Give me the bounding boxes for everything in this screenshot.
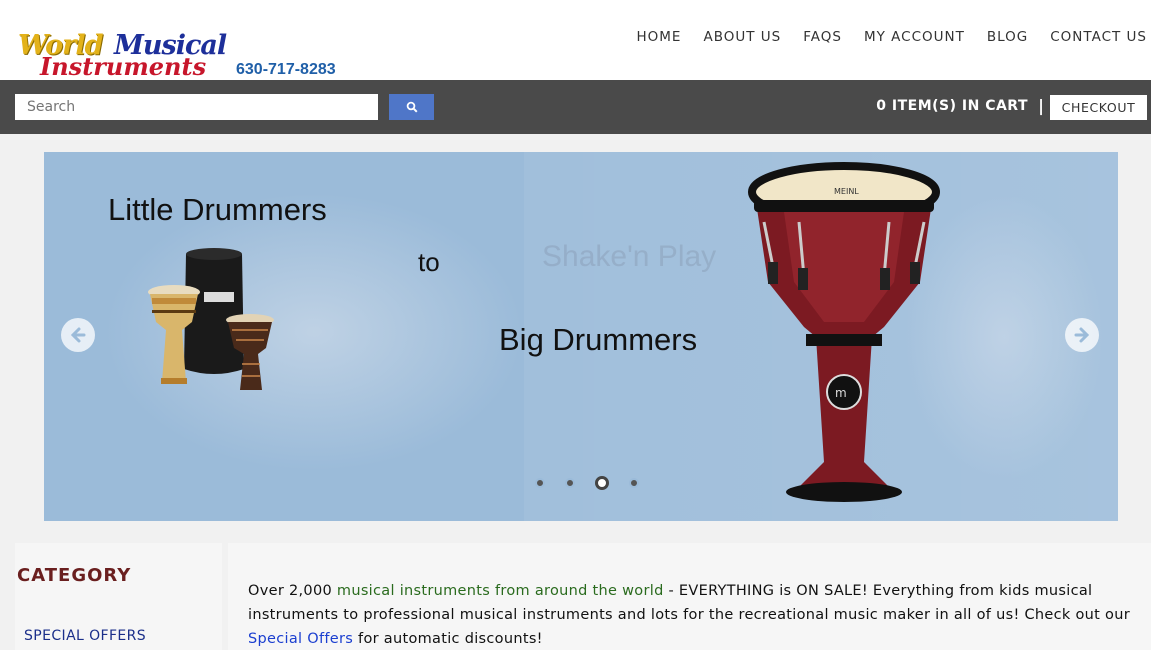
svg-text:m: m bbox=[835, 386, 847, 400]
slider-dots bbox=[535, 476, 659, 490]
search-icon bbox=[406, 101, 418, 113]
category-sidebar: CATEGORY SPECIAL OFFERS bbox=[15, 543, 222, 650]
small-drums-image bbox=[148, 248, 274, 390]
nav-faqs[interactable]: FAQS bbox=[803, 29, 842, 45]
intro-text-3: for automatic discounts! bbox=[353, 631, 543, 647]
search-input[interactable] bbox=[15, 94, 378, 120]
slide-heading-big: Big Drummers bbox=[499, 322, 698, 357]
site-header: World Musical Instruments 630-717-8283 H… bbox=[0, 0, 1151, 81]
slide-connector: to bbox=[418, 247, 440, 277]
slider-dot[interactable] bbox=[565, 478, 575, 488]
slider-dot[interactable] bbox=[629, 478, 639, 488]
slide-heading-little: Little Drummers bbox=[108, 192, 327, 227]
arrow-left-icon bbox=[70, 327, 86, 343]
nav-home[interactable]: HOME bbox=[636, 29, 681, 45]
category-item-special-offers[interactable]: SPECIAL OFFERS bbox=[24, 628, 146, 644]
slider-dot[interactable] bbox=[535, 478, 545, 488]
category-title: CATEGORY bbox=[17, 565, 132, 586]
nav-about-us[interactable]: ABOUT US bbox=[703, 29, 781, 45]
nav-blog[interactable]: BLOG bbox=[987, 29, 1028, 45]
big-djembe-image: MEINL m bbox=[748, 162, 940, 502]
arrow-right-icon bbox=[1074, 327, 1090, 343]
intro-text-1: Over 2,000 bbox=[248, 583, 337, 599]
slider-prev-button[interactable] bbox=[61, 318, 95, 352]
phone-number: 630-717-8283 bbox=[236, 61, 336, 78]
intro-paragraph: Over 2,000 musical instruments from arou… bbox=[248, 579, 1148, 650]
main-content: Over 2,000 musical instruments from arou… bbox=[228, 543, 1151, 650]
intro-link-special-offers[interactable]: Special Offers bbox=[248, 631, 353, 647]
search-button[interactable] bbox=[389, 94, 434, 120]
nav-contact-us[interactable]: CONTACT US bbox=[1050, 29, 1147, 45]
slide-ghost-text: Shake'n Play bbox=[542, 240, 717, 273]
cart-count[interactable]: 0 ITEM(S) IN CART bbox=[876, 98, 1028, 114]
top-nav: HOME ABOUT US FAQS MY ACCOUNT BLOG CONTA… bbox=[614, 29, 1147, 45]
slider-dot-active[interactable] bbox=[595, 476, 609, 490]
site-logo[interactable]: World Musical Instruments bbox=[18, 30, 233, 81]
intro-link-instruments[interactable]: musical instruments from around the worl… bbox=[337, 583, 664, 599]
checkout-button[interactable]: CHECKOUT bbox=[1050, 95, 1147, 120]
nav-my-account[interactable]: MY ACCOUNT bbox=[864, 29, 965, 45]
slider-next-button[interactable] bbox=[1065, 318, 1099, 352]
svg-text:MEINL: MEINL bbox=[834, 187, 859, 196]
cart-separator: | bbox=[1038, 96, 1044, 115]
search-cart-bar: 0 ITEM(S) IN CART | CHECKOUT bbox=[0, 80, 1151, 134]
logo-instruments-text: Instruments bbox=[40, 52, 207, 81]
hero-slider: Shake'n Play Little Drummers to Big Drum… bbox=[44, 152, 1118, 521]
